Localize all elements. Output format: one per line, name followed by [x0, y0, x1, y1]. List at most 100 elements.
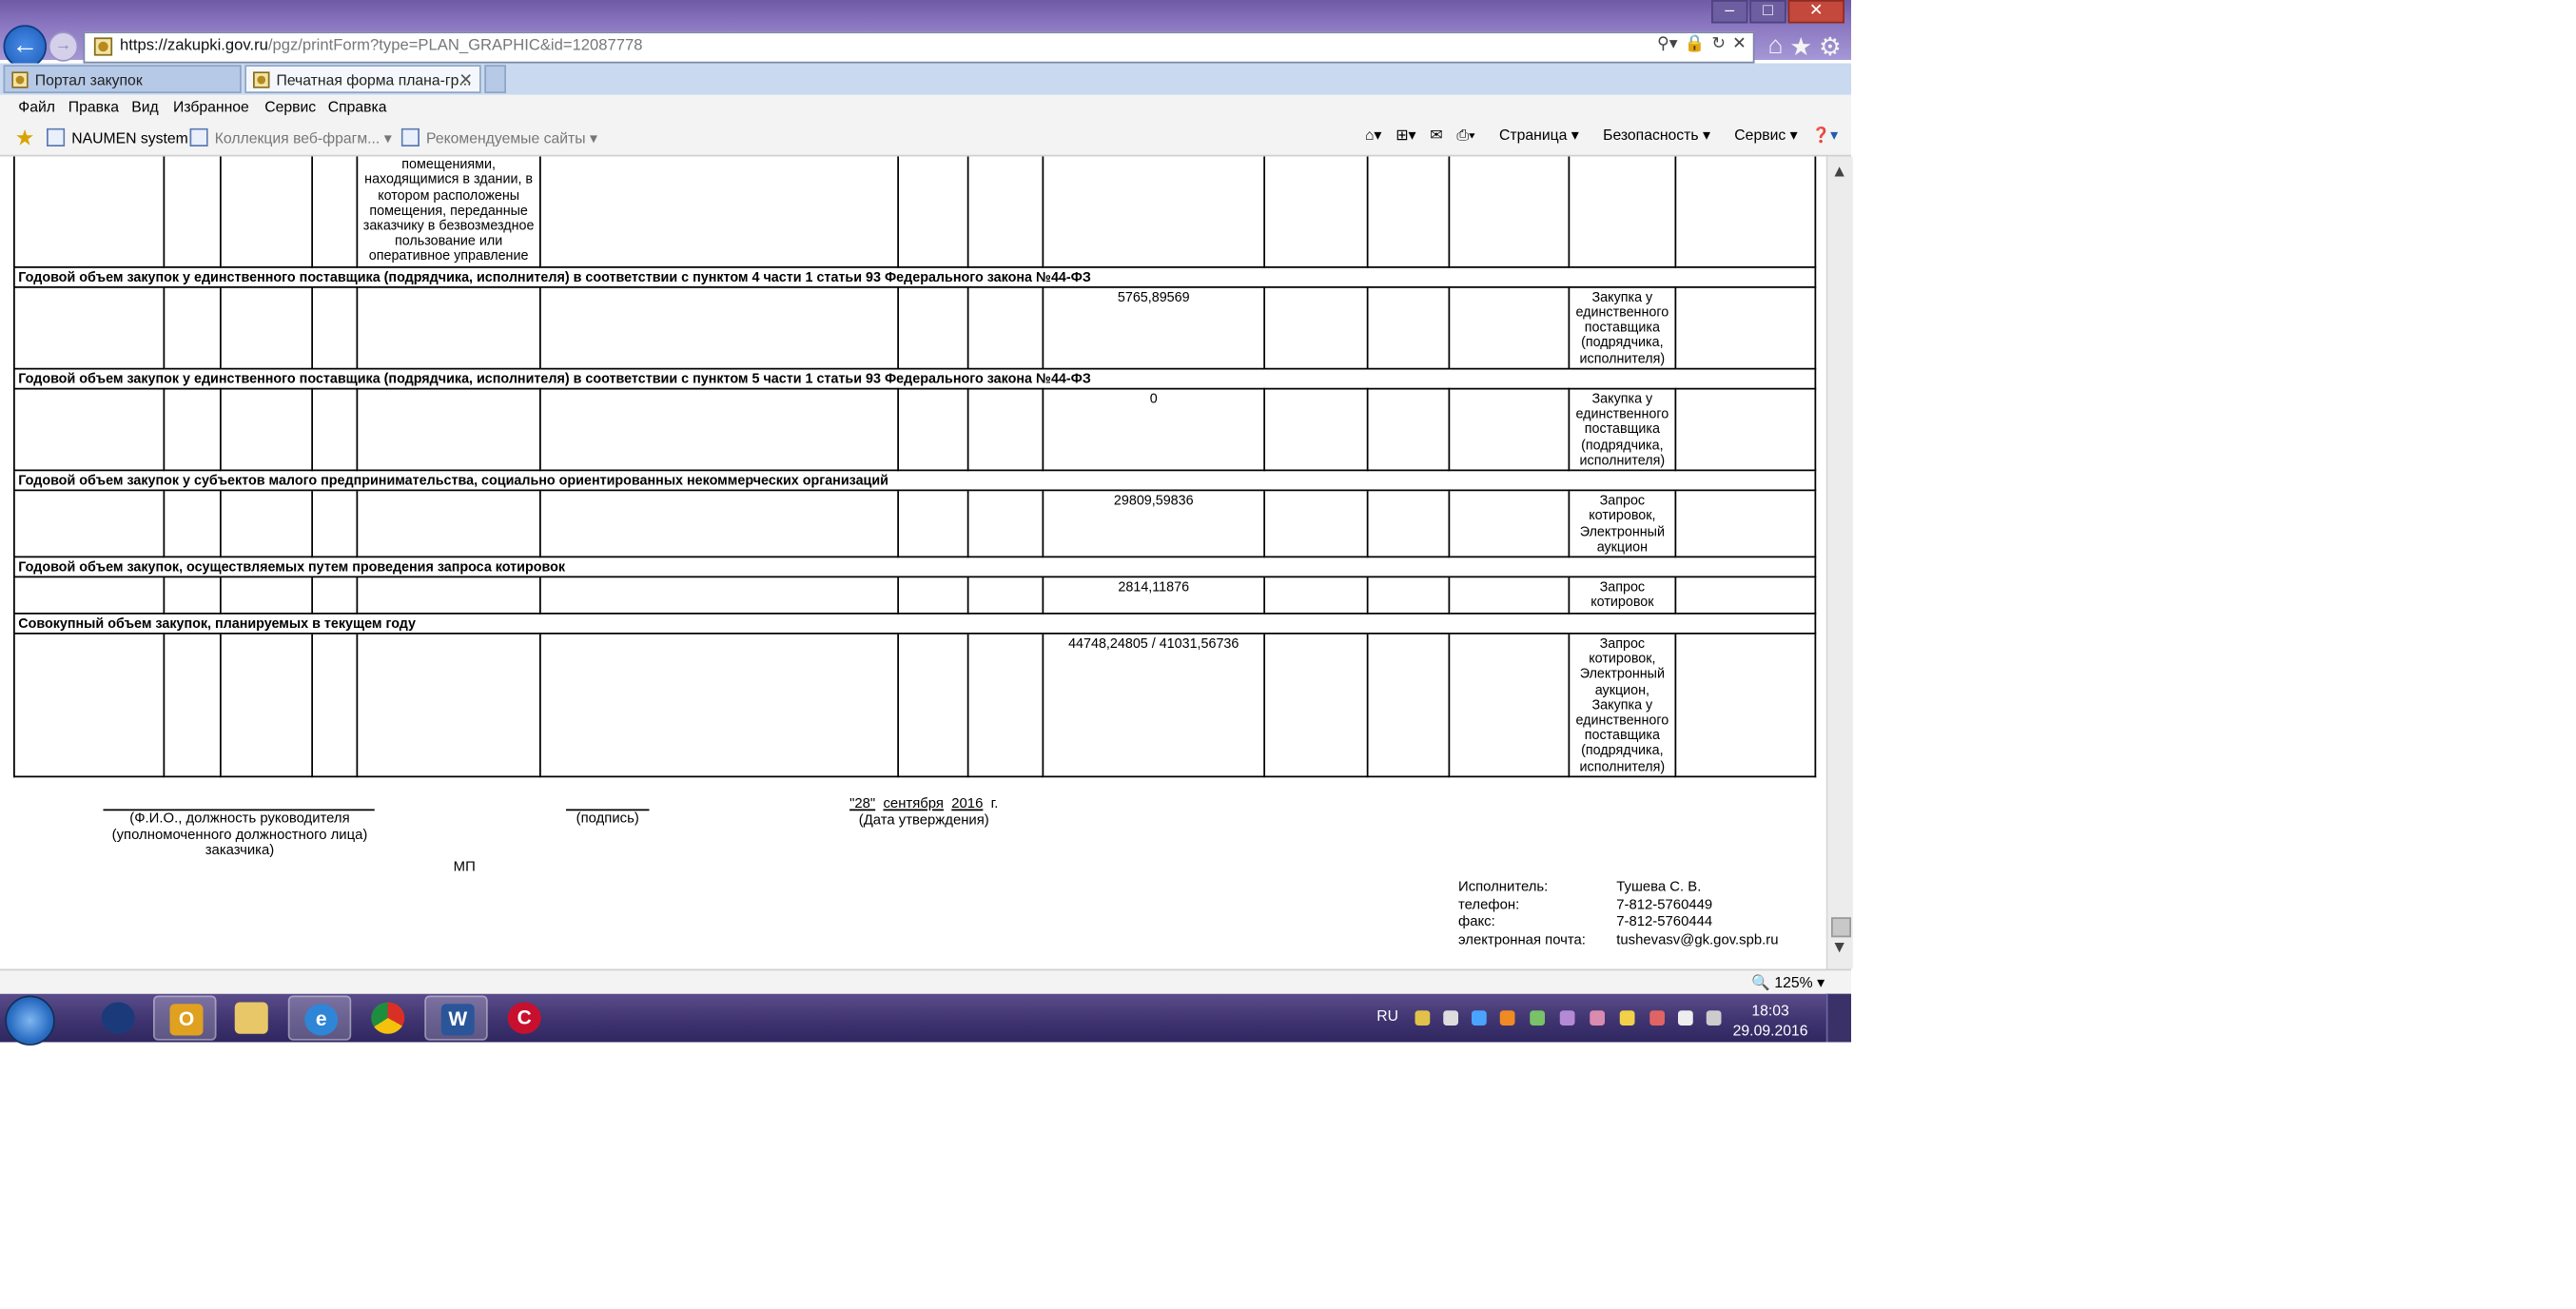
rss-icon[interactable]: ⊞▾ [1395, 127, 1415, 144]
table-cell [1263, 285, 1369, 370]
back-button[interactable]: ← [3, 25, 47, 68]
taskbar-app-red[interactable]: C [493, 996, 556, 1041]
tab-label: Печатная форма плана-гр... [276, 71, 472, 88]
menu-favorites[interactable]: Избранное [173, 98, 249, 115]
table-cell [1263, 387, 1369, 472]
taskbar-app-word[interactable]: W [424, 995, 488, 1041]
section-title: Совокупный объем закупок, планируемых в … [13, 612, 1817, 635]
tab-portal[interactable]: Портал закупок [3, 65, 242, 93]
gear-icon[interactable]: ⚙ [1819, 31, 1842, 62]
section-title: Годовой объем закупок у субъектов малого… [13, 469, 1817, 492]
section-header-row: Годовой объем закупок, осуществляемых пу… [13, 556, 1817, 578]
tab-print-form[interactable]: Печатная форма плана-гр... ✕ [244, 65, 481, 93]
tray-icon[interactable] [1559, 1010, 1575, 1026]
close-icon[interactable]: ✕ [1732, 35, 1747, 53]
table-cell [1366, 285, 1451, 370]
taskbar-app-globe[interactable] [87, 996, 150, 1041]
scroll-thumb[interactable] [1831, 917, 1851, 938]
fav-webslice-gallery[interactable]: Коллекция веб-фрагм... ▾ [189, 127, 392, 148]
signature-caption: (подпись) [576, 809, 639, 826]
scroll-down-icon[interactable]: ▼ [1831, 939, 1847, 957]
menu-tools[interactable]: Сервис [264, 98, 316, 115]
table-cell [311, 632, 359, 777]
refresh-icon[interactable]: ↻ [1711, 35, 1726, 53]
cmd-page[interactable]: Страница ▾ [1490, 127, 1579, 144]
favorites-star-icon[interactable]: ★ [15, 125, 34, 151]
tray-icon[interactable] [1649, 1010, 1665, 1026]
volume-icon[interactable] [1706, 1010, 1722, 1026]
table-cell [1448, 285, 1571, 370]
star-icon[interactable]: ★ [1789, 31, 1812, 62]
tray-icon[interactable] [1619, 1010, 1635, 1026]
contact-value: 7-812-5760449 [1616, 894, 1713, 912]
home-icon[interactable]: ⌂▾ [1365, 127, 1381, 144]
procurement-method: Запрос котировок, Электронный аукцион [1568, 489, 1677, 558]
fav-suggested-sites[interactable]: Рекомендуемые сайты ▾ [400, 127, 597, 148]
mail-icon[interactable]: ✉ [1430, 127, 1442, 144]
forward-button[interactable]: → [48, 31, 79, 62]
cell-text-line: исполнителя) [1579, 758, 1666, 773]
stamp-mark: МП [453, 857, 476, 874]
table-cell [13, 576, 166, 615]
show-desktop-button[interactable] [1825, 993, 1851, 1043]
search-icon[interactable]: ⚲▾ [1657, 35, 1678, 53]
globe-icon [101, 1002, 135, 1034]
network-icon[interactable] [1678, 1010, 1693, 1026]
close-window-button[interactable]: ✕ [1787, 0, 1844, 24]
table-row: 0 Закупка у единственного поставщика (подряд… [13, 387, 1817, 472]
bluetooth-icon[interactable] [1472, 1010, 1487, 1026]
taskbar-app-outlook[interactable]: O [153, 995, 217, 1041]
menu-view[interactable]: Вид [131, 98, 159, 115]
tray-icon[interactable] [1443, 1010, 1458, 1026]
cell-text-line: Электронный [1579, 523, 1665, 539]
table-cell [966, 387, 1044, 472]
table-cell [13, 387, 166, 472]
tray-icon[interactable] [1590, 1010, 1605, 1026]
cmd-tools[interactable]: Сервис ▾ [1725, 127, 1797, 144]
outlook-icon: O [169, 1004, 204, 1036]
cell-text-line: единственного [1575, 712, 1669, 728]
cell-text-line: находящимися в здании, в [364, 171, 534, 187]
tray-icon[interactable] [1530, 1010, 1545, 1026]
table-cell [1448, 156, 1571, 268]
menu-help[interactable]: Справка [328, 98, 387, 115]
table-cell [966, 632, 1044, 777]
system-tray: RU 18:03 29.09.2016 [1365, 993, 1851, 1043]
start-button[interactable] [5, 995, 55, 1045]
help-icon[interactable]: ❓▾ [1811, 127, 1838, 144]
table-cell [539, 489, 899, 558]
tray-icon[interactable] [1415, 1010, 1431, 1026]
cmd-security[interactable]: Безопасность ▾ [1593, 127, 1710, 144]
minimize-button[interactable]: – [1711, 0, 1748, 24]
section-header-row: Годовой объем закупок у единственного по… [13, 265, 1817, 288]
home-icon[interactable]: ⌂ [1768, 31, 1784, 62]
zoom-control[interactable]: 🔍 125% ▾ [1751, 974, 1825, 992]
new-tab-button[interactable] [484, 65, 506, 93]
address-bar[interactable]: https://zakupki.gov.ru/pgz/printForm?typ… [83, 31, 1755, 64]
maximize-button[interactable]: □ [1749, 0, 1786, 24]
tab-close-icon[interactable]: ✕ [459, 67, 473, 95]
tab-bar: Портал закупок Печатная форма плана-гр..… [0, 63, 1851, 95]
menu-edit[interactable]: Правка [68, 98, 119, 115]
taskbar-app-ie[interactable]: e [287, 995, 352, 1041]
table-cell [220, 576, 313, 615]
print-icon[interactable]: ⎙▾ [1456, 127, 1474, 144]
lock-icon[interactable]: 🔒 [1685, 35, 1706, 53]
vertical-scrollbar[interactable]: ▲ ▼ [1825, 156, 1853, 969]
volume-value: 44748,24805 / 41031,56736 [1042, 632, 1265, 777]
table-cell [356, 576, 541, 615]
language-indicator[interactable]: RU [1376, 1007, 1398, 1025]
taskbar-app-chrome[interactable] [357, 996, 420, 1041]
taskbar-app-explorer[interactable] [220, 996, 283, 1041]
scroll-up-icon[interactable]: ▲ [1831, 164, 1847, 182]
taskbar: O e W C RU 18:03 29.09.2016 [0, 993, 1851, 1045]
table-cell [1263, 156, 1369, 268]
table-cell [1366, 156, 1451, 268]
cell-text-line: Закупка у [1591, 391, 1653, 407]
cell-text-line: исполнителя) [1579, 452, 1666, 468]
table-cell [163, 285, 222, 370]
menu-file[interactable]: Файл [18, 98, 55, 115]
clock[interactable]: 18:03 29.09.2016 [1733, 1001, 1808, 1041]
tray-icon[interactable] [1499, 1010, 1515, 1026]
fav-naumen[interactable]: NAUMEN system [47, 127, 188, 147]
